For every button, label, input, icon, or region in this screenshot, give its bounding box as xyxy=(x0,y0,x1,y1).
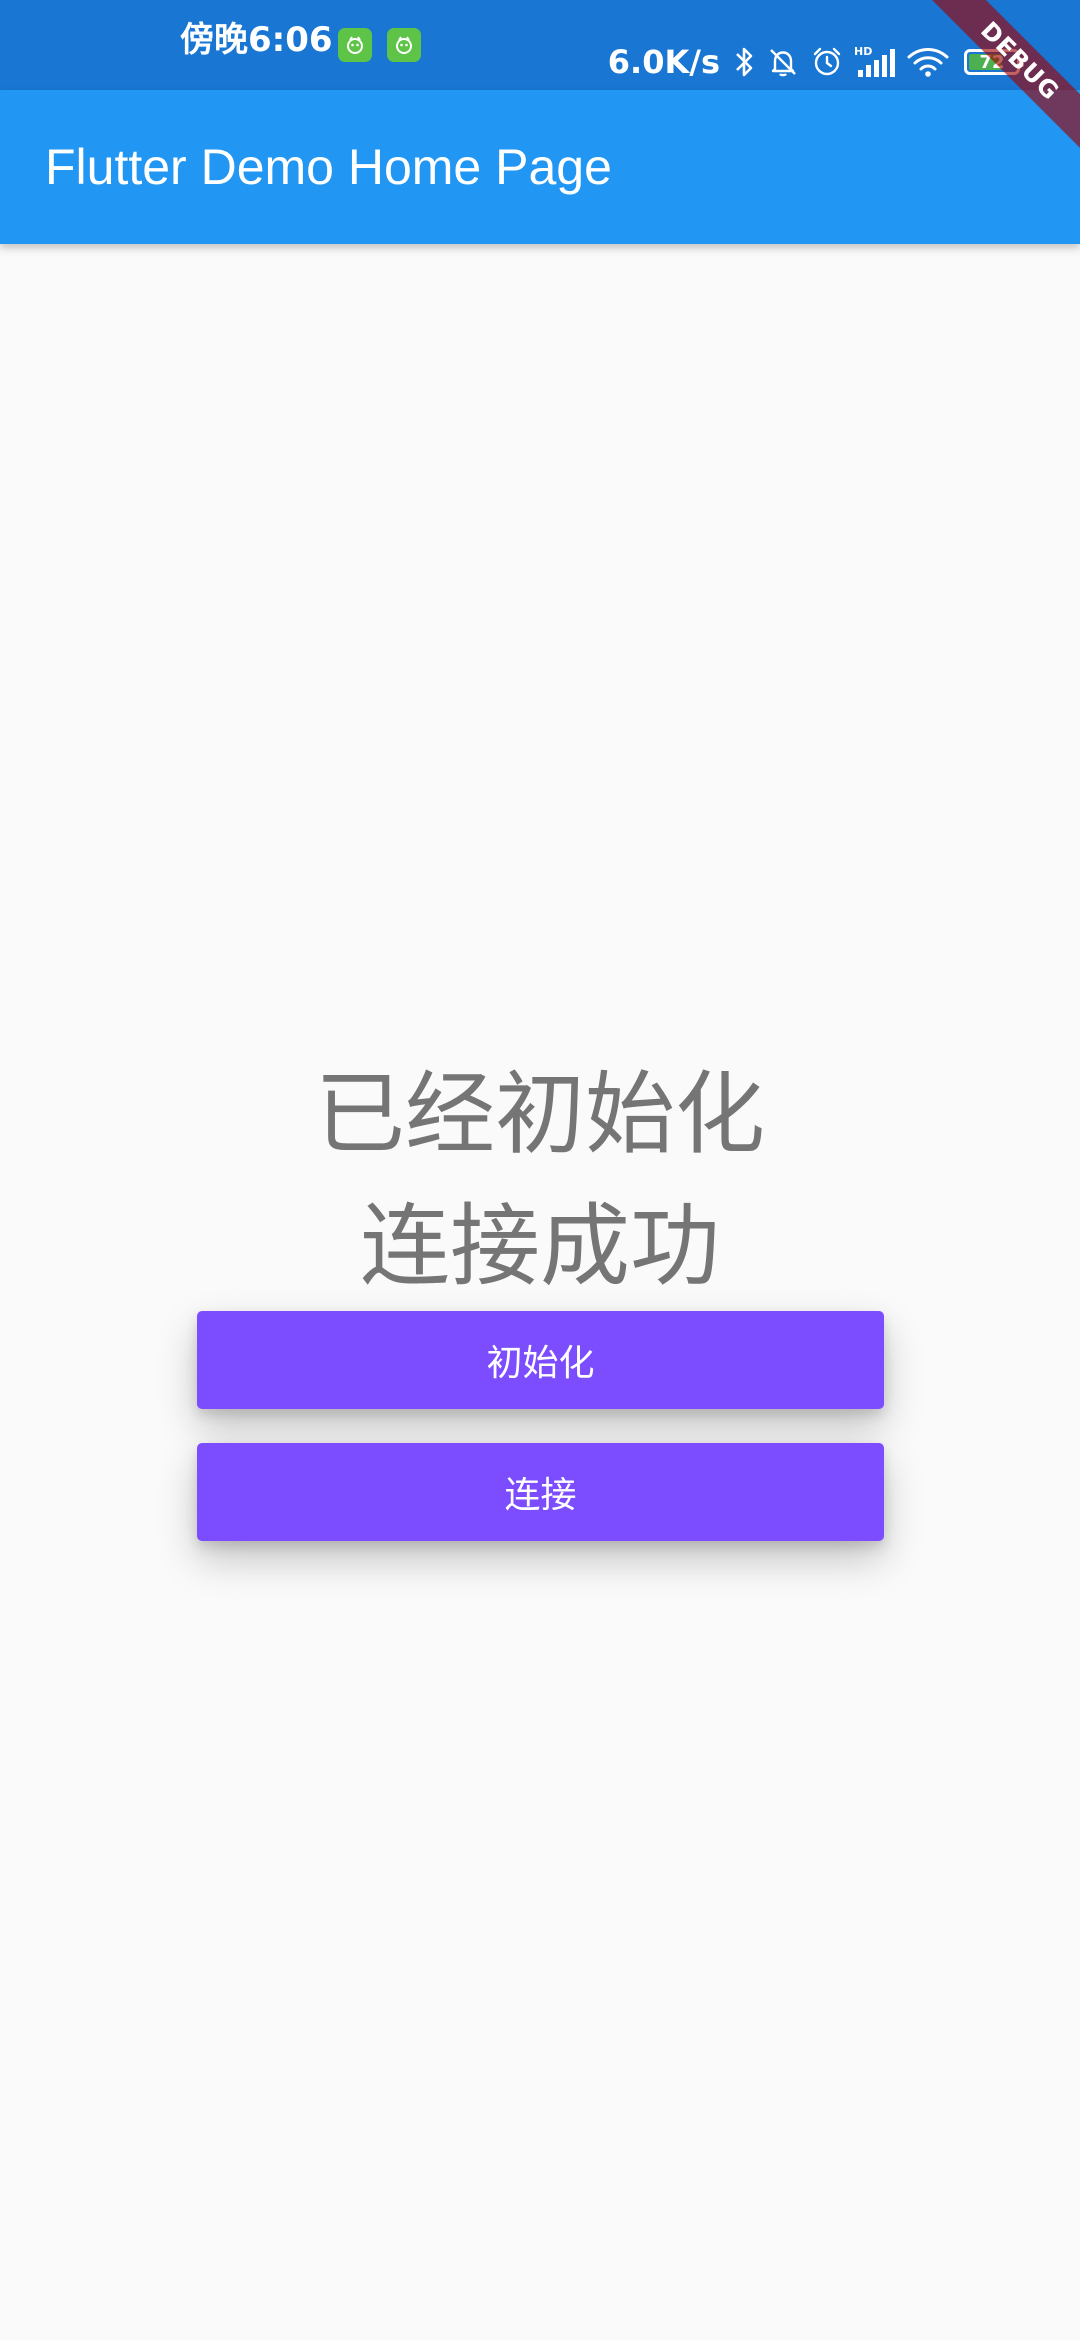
net-speed: 6.0K/s xyxy=(607,43,720,81)
app-badge-icon xyxy=(387,28,421,62)
init-status-text: 已经初始化 xyxy=(315,1062,765,1167)
status-bar: 傍晚6:06 6.0K/s HD 72 xyxy=(0,0,1080,90)
battery-tip xyxy=(1020,58,1024,67)
status-icons: 6.0K/s HD 72 xyxy=(607,40,1024,84)
wifi-icon xyxy=(906,45,950,79)
connect-status-text: 连接成功 xyxy=(360,1194,720,1299)
init-button[interactable]: 初始化 xyxy=(197,1311,884,1409)
alarm-icon xyxy=(810,45,844,79)
hd-signal-icon: HD xyxy=(854,44,896,80)
battery-level: 72 xyxy=(979,51,1005,73)
app-badge-icon xyxy=(338,28,372,62)
svg-text:HD: HD xyxy=(854,45,872,58)
bluetooth-icon xyxy=(732,44,756,80)
app-bar: Flutter Demo Home Page xyxy=(0,90,1080,244)
bell-off-icon xyxy=(766,45,800,79)
connect-button[interactable]: 连接 xyxy=(197,1443,884,1541)
status-time: 傍晚6:06 xyxy=(180,20,333,60)
battery-icon: 72 xyxy=(964,49,1024,75)
app-title: Flutter Demo Home Page xyxy=(45,139,612,195)
